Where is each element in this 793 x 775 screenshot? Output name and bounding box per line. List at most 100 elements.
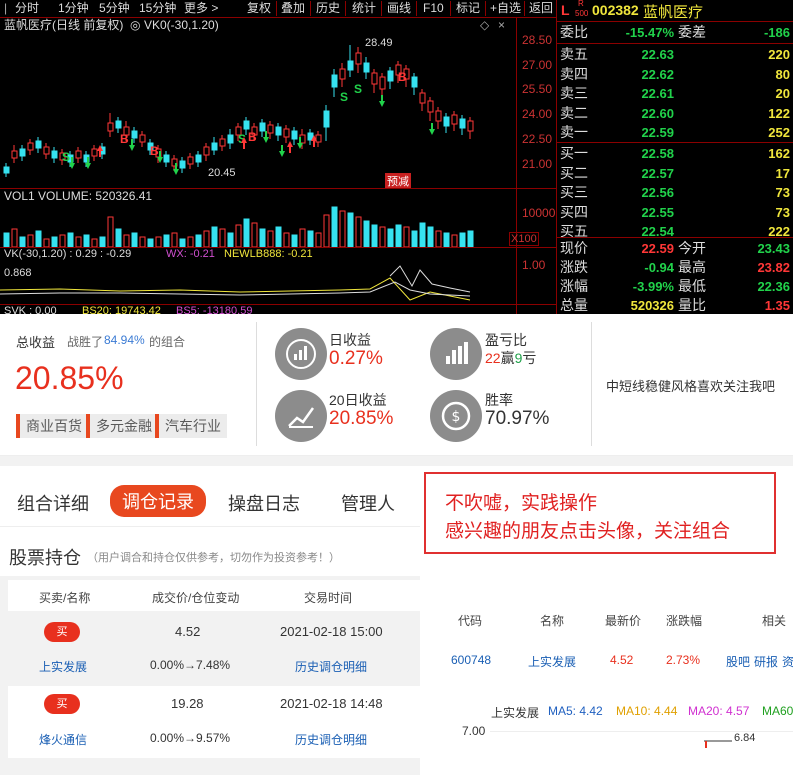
book-level-volume: 162 <box>768 146 790 161</box>
tab-portfolio-detail[interactable]: 组合详细 <box>17 490 89 516</box>
trade-row[interactable]: 买 19.28 2021-02-18 14:48 烽火通信 0.00%→9.57… <box>8 686 420 758</box>
down-arrow-icon <box>379 95 385 107</box>
volume-bar <box>91 238 98 247</box>
ma10-label: MA10: 4.44 <box>616 704 678 718</box>
twenty-day-return-label: 20日收益 <box>329 392 387 408</box>
book-level-price: 22.63 <box>641 47 674 62</box>
volume-bar <box>35 230 42 247</box>
tab-1min[interactable]: 1分钟 <box>58 0 89 17</box>
trade-time: 2021-02-18 14:48 <box>280 696 383 711</box>
volume-bar <box>163 234 170 247</box>
buy-signal: B <box>248 130 257 144</box>
trade-row[interactable]: 买 4.52 2021-02-18 15:00 上实发展 0.00%→7.48%… <box>8 612 420 684</box>
volume-bar <box>275 226 282 247</box>
price-tick: 22.50 <box>522 132 553 146</box>
dropdown-arrow-icon[interactable]: ◎ <box>130 17 140 33</box>
candle-body <box>211 142 218 151</box>
toolbar-zixuan[interactable]: +自选 <box>490 0 521 17</box>
industry-tag[interactable]: 商业百货 <box>16 414 88 438</box>
settings-diamond-icon[interactable]: ◇ <box>480 17 489 33</box>
book-level-price: 22.60 <box>641 105 674 121</box>
buy-badge: 买 <box>44 694 80 714</box>
weicha-label: 委差 <box>678 24 706 40</box>
candle-body <box>427 100 434 113</box>
volume-bar <box>179 238 186 247</box>
tab-15min[interactable]: 15分钟 <box>139 0 176 17</box>
kline-chart[interactable]: SBBS BSSB <box>0 33 516 189</box>
volume-bar <box>427 226 434 247</box>
book-level-price: 22.56 <box>641 185 674 200</box>
book-level-label: 卖二 <box>560 104 588 121</box>
history-link[interactable]: 历史调仓明细 <box>295 658 367 675</box>
holdings-title: 股票持仓 <box>9 548 81 568</box>
trade-stock-name[interactable]: 上实发展 <box>39 658 87 675</box>
toolbar-f10[interactable]: F10 <box>423 0 444 17</box>
volume-bar <box>147 238 154 247</box>
toolbar-lishi[interactable]: 历史 <box>316 0 340 17</box>
volume-bar <box>315 232 322 247</box>
profit-loss-icon <box>430 328 482 380</box>
divider <box>485 1 486 16</box>
daily-return-label: 日收益 <box>329 332 371 348</box>
trade-stock-name[interactable]: 烽火通信 <box>39 731 87 748</box>
volume-chart <box>3 206 474 247</box>
book-level-label: 买二 <box>560 164 588 181</box>
chart-indicator[interactable]: VK0(-30,1.20) <box>144 17 219 33</box>
divider <box>450 1 451 16</box>
tab-5min[interactable]: 5分钟 <box>99 0 130 17</box>
beat-pct: 84.94% <box>104 333 145 347</box>
tab-rebalance-record[interactable]: 调仓记录 <box>110 485 206 517</box>
candle-body <box>243 120 250 130</box>
trade-price: 19.28 <box>171 696 204 711</box>
market-l: L <box>561 2 570 18</box>
volume-bar <box>203 230 210 247</box>
volume-bar <box>139 236 146 247</box>
toolbar-diejia[interactable]: 叠加 <box>281 0 305 17</box>
history-link[interactable]: 历史调仓明细 <box>295 731 367 748</box>
candle-body <box>219 138 226 147</box>
candle-body <box>411 76 418 88</box>
report-link[interactable]: 研报 <box>754 653 778 670</box>
book-level-volume: 73 <box>775 185 790 200</box>
toolbar-huaxian[interactable]: 画线 <box>387 0 411 17</box>
tab-more[interactable]: 更多 > <box>184 0 218 17</box>
stock-code[interactable]: 600748 <box>451 653 491 667</box>
stock-name[interactable]: 上实发展 <box>528 653 576 670</box>
buy-signal: B <box>150 144 159 158</box>
tab-manager[interactable]: 管理人 <box>341 490 395 516</box>
stock-name: 蓝帆医疗 <box>643 4 704 21</box>
book-level-label: 卖一 <box>560 124 588 140</box>
toolbar-tongji[interactable]: 统计 <box>352 0 376 17</box>
toolbar-biaoji[interactable]: 标记 <box>456 0 480 17</box>
candle-body <box>51 150 58 159</box>
candle-body <box>3 166 10 174</box>
book-level-volume: 122 <box>768 105 790 121</box>
close-icon[interactable]: × <box>498 17 505 33</box>
industry-tag[interactable]: 多元金融 <box>86 414 158 438</box>
tab-trading-log[interactable]: 操盘日志 <box>228 490 300 516</box>
book-level-label: 买四 <box>560 203 588 220</box>
volume-bar <box>243 218 250 247</box>
candle-body <box>387 70 394 82</box>
header-price: 成交价/仓位变动 <box>152 591 240 605</box>
book-level-volume: 80 <box>775 66 790 82</box>
buy-signal: B <box>398 70 407 84</box>
volume-bar <box>19 236 26 247</box>
info-link[interactable]: 资 <box>782 653 793 670</box>
quote-value: -0.94 <box>644 260 674 275</box>
volume-bar <box>187 236 194 247</box>
candle-body <box>291 130 298 140</box>
promo-line-1: 不吹嘘，实践操作 <box>445 493 598 514</box>
win-count: 22 <box>485 350 501 366</box>
volume-bar <box>59 234 66 247</box>
guba-link[interactable]: 股吧 <box>726 653 750 670</box>
header-code: 代码 <box>458 614 483 628</box>
vk-chart <box>0 265 471 301</box>
volume-title: VOL1 VOLUME: 520326.41 <box>4 189 153 203</box>
tab-fenshi[interactable]: 分时 <box>15 0 39 17</box>
volume-bar <box>75 236 82 247</box>
toolbar-back-arrow-icon[interactable]: | <box>4 0 7 17</box>
industry-tag[interactable]: 汽车行业 <box>155 414 227 438</box>
toolbar-back[interactable]: 返回 <box>529 0 553 17</box>
toolbar-fuquan[interactable]: 复权 <box>247 0 271 17</box>
